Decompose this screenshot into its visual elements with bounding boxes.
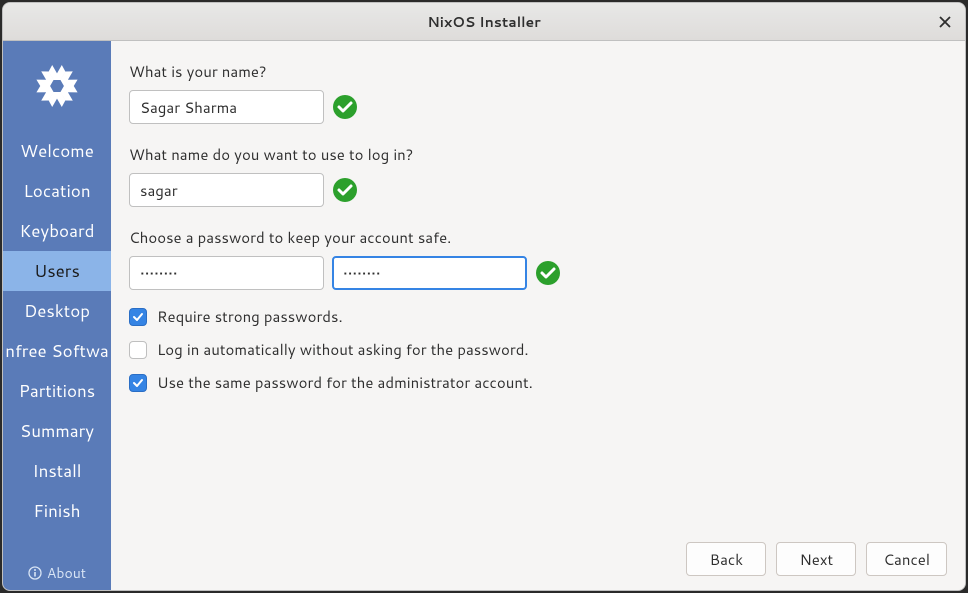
checkmark-icon	[131, 376, 145, 390]
autologin-row: Log in automatically without asking for …	[129, 339, 947, 360]
window-title: NixOS Installer	[427, 12, 540, 32]
close-icon	[939, 16, 951, 28]
sidebar-item-location[interactable]: Location	[3, 171, 111, 211]
password-input[interactable]	[129, 256, 324, 290]
users-form: What is your name? What name do you want…	[129, 61, 947, 405]
info-icon	[28, 566, 42, 580]
cancel-button[interactable]: Cancel	[866, 542, 947, 576]
autologin-checkbox[interactable]	[129, 341, 147, 359]
sidebar-item-partitions[interactable]: Partitions	[3, 371, 111, 411]
login-name-label: What name do you want to use to log in?	[129, 144, 947, 165]
valid-check-icon	[535, 260, 561, 286]
footer-buttons: Back Next Cancel	[686, 542, 947, 576]
nixos-logo	[3, 41, 111, 131]
autologin-label: Log in automatically without asking for …	[157, 339, 529, 360]
login-name-input[interactable]	[129, 173, 324, 207]
sidebar-item-welcome[interactable]: Welcome	[3, 131, 111, 171]
strong-pw-checkbox[interactable]	[129, 308, 147, 326]
admin-pw-checkbox[interactable]	[129, 374, 147, 392]
next-button[interactable]: Next	[776, 542, 856, 576]
full-name-label: What is your name?	[129, 61, 947, 82]
valid-check-icon	[332, 94, 358, 120]
installer-window: NixOS Installer	[2, 2, 966, 591]
sidebar-item-keyboard[interactable]: Keyboard	[3, 211, 111, 251]
about-link[interactable]: About	[3, 556, 111, 590]
password-row	[129, 256, 947, 290]
admin-pw-row: Use the same password for the administra…	[129, 372, 947, 393]
valid-check-icon	[332, 177, 358, 203]
full-name-input[interactable]	[129, 90, 324, 124]
close-button[interactable]	[935, 12, 955, 32]
full-name-row	[129, 90, 947, 124]
main-panel: What is your name? What name do you want…	[111, 41, 965, 590]
sidebar-item-users[interactable]: Users	[3, 251, 111, 291]
checkmark-icon	[131, 310, 145, 324]
login-name-row	[129, 173, 947, 207]
about-label: About	[47, 563, 86, 583]
back-button[interactable]: Back	[686, 542, 766, 576]
sidebar-item-install[interactable]: Install	[3, 451, 111, 491]
password-label: Choose a password to keep your account s…	[129, 227, 947, 248]
admin-pw-label: Use the same password for the administra…	[157, 372, 533, 393]
strong-pw-row: Require strong passwords.	[129, 306, 947, 327]
password-confirm-input[interactable]	[332, 256, 527, 290]
strong-pw-label: Require strong passwords.	[157, 306, 343, 327]
window-content: Welcome Location Keyboard Users Desktop …	[3, 41, 965, 590]
sidebar: Welcome Location Keyboard Users Desktop …	[3, 41, 111, 590]
titlebar: NixOS Installer	[3, 3, 965, 41]
snowflake-icon	[27, 56, 87, 116]
sidebar-item-summary[interactable]: Summary	[3, 411, 111, 451]
sidebar-item-software[interactable]: nfree Softwa	[3, 331, 111, 371]
sidebar-item-desktop[interactable]: Desktop	[3, 291, 111, 331]
sidebar-item-finish[interactable]: Finish	[3, 491, 111, 531]
